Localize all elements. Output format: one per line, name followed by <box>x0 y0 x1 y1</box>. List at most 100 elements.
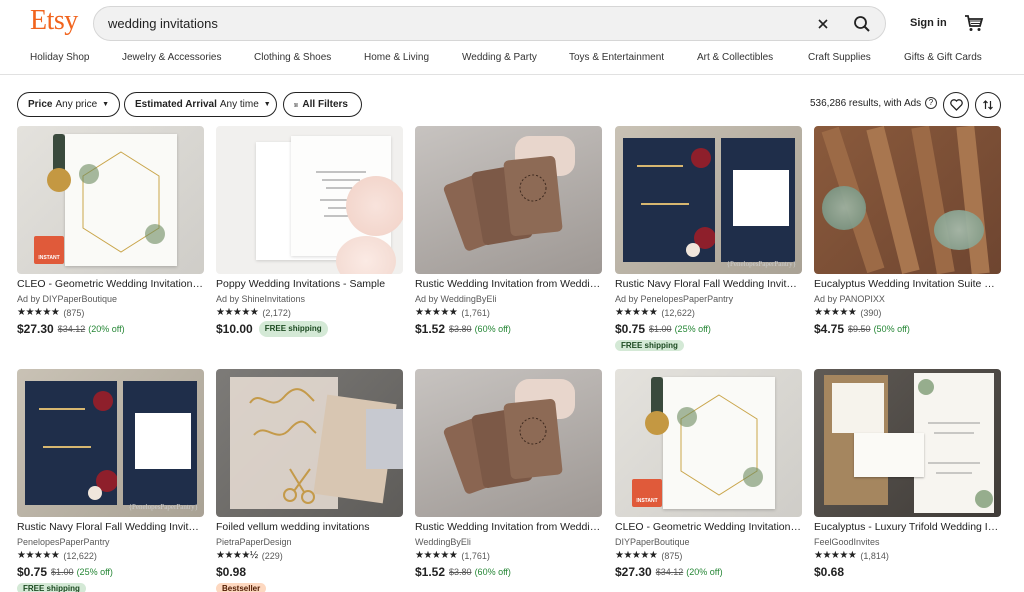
listing-card[interactable]: Eucalyptus - Luxury Trifold Wedding Invi… <box>814 369 1001 579</box>
nav-wedding-party[interactable]: Wedding & Party <box>462 52 537 63</box>
star-rating-icon: ★★★★★ <box>814 307 857 318</box>
original-price: $34.12 <box>655 567 684 577</box>
original-price: $3.80 <box>449 567 472 577</box>
search-input[interactable]: wedding invitations <box>108 16 218 31</box>
price-row: $27.30 $34.12 (20% off) <box>615 565 802 579</box>
discount: (20% off) <box>88 324 125 334</box>
listing-card[interactable]: Foiled vellum wedding invitations Pietra… <box>216 369 403 592</box>
discount: (20% off) <box>686 567 723 577</box>
listing-rating: ★★★★½ (229) <box>216 550 403 562</box>
arrival-filter-label: Estimated Arrival <box>135 99 217 110</box>
review-count: (1,814) <box>860 551 889 561</box>
search-bar[interactable]: wedding invitations <box>93 6 886 41</box>
listing-rating: ★★★★★ (1,814) <box>814 550 1001 562</box>
listing-price: $0.75 <box>615 322 646 336</box>
listing-title[interactable]: CLEO - Geometric Wedding Invitation Temp… <box>615 521 802 534</box>
listing-card[interactable]: INSTANT CLEO - Geometric Wedding Invitat… <box>615 369 802 579</box>
listing-title[interactable]: Rustic Navy Floral Fall Wedding Invitati… <box>615 278 802 291</box>
header-divider <box>0 74 1024 75</box>
listing-seller: FeelGoodInvites <box>814 537 880 547</box>
listing-card[interactable]: Poppy Wedding Invitations - Sample Ad by… <box>216 126 403 337</box>
free-shipping-badge: FREE shipping <box>17 583 86 592</box>
listing-image[interactable] <box>814 126 1001 274</box>
discount: (60% off) <box>474 567 511 577</box>
listing-card[interactable]: {PenelopesPaperPantry} Rustic Navy Flora… <box>615 126 802 351</box>
listing-title[interactable]: CLEO - Geometric Wedding Invitation Temp… <box>17 278 204 291</box>
star-rating-icon: ★★★★★ <box>814 550 857 561</box>
listing-card[interactable]: {PenelopesPaperPantry} Rustic Navy Flora… <box>17 369 204 592</box>
listing-image[interactable] <box>814 369 1001 517</box>
listing-rating: ★★★★★ (12,622) <box>615 307 802 319</box>
listing-price: $0.75 <box>17 565 48 579</box>
nav-holiday-shop[interactable]: Holiday Shop <box>30 52 89 63</box>
bestseller-badge: Bestseller <box>216 583 267 592</box>
sort-arrows-icon <box>983 100 993 110</box>
listing-image[interactable] <box>216 126 403 274</box>
price-filter-button[interactable]: Price Any price ▼ <box>17 92 120 117</box>
listing-seller: DIYPaperBoutique <box>615 537 690 547</box>
discount: (25% off) <box>76 567 113 577</box>
listing-price: $10.00 <box>216 322 253 336</box>
sign-in-link[interactable]: Sign in <box>910 17 947 29</box>
nav-gifts[interactable]: Gifts & Gift Cards <box>904 52 982 63</box>
listing-image[interactable]: {PenelopesPaperPantry} <box>17 369 204 517</box>
star-rating-icon: ★★★★★ <box>415 307 458 318</box>
listing-image[interactable]: INSTANT <box>17 126 204 274</box>
listing-rating: ★★★★★ (2,172) <box>216 307 403 319</box>
nav-home-living[interactable]: Home & Living <box>364 52 429 63</box>
price-row: $27.30 $34.12 (20% off) <box>17 322 204 336</box>
review-count: (390) <box>860 308 882 318</box>
nav-toys[interactable]: Toys & Entertainment <box>569 52 664 63</box>
cart-icon[interactable] <box>964 13 984 33</box>
listing-rating: ★★★★★ (875) <box>17 307 204 319</box>
nav-art[interactable]: Art & Collectibles <box>697 52 773 63</box>
search-icon[interactable] <box>851 13 873 35</box>
star-rating-icon: ★★★★★ <box>17 307 60 318</box>
listing-card[interactable]: Rustic Wedding Invitation from Wedding B… <box>415 369 602 579</box>
listing-image[interactable]: {PenelopesPaperPantry} <box>615 126 802 274</box>
listing-image[interactable] <box>415 369 602 517</box>
listing-rating: ★★★★★ (12,622) <box>17 550 204 562</box>
original-price: $1.00 <box>51 567 74 577</box>
review-count: (229) <box>261 551 283 561</box>
header: Etsy wedding invitations Sign in <box>0 0 1024 46</box>
listing-seller: Ad by WeddingByEli <box>415 294 497 304</box>
price-row: $0.98 <box>216 565 403 579</box>
listing-title[interactable]: Foiled vellum wedding invitations <box>216 521 403 534</box>
listing-seller: PietraPaperDesign <box>216 537 292 547</box>
listing-title[interactable]: Rustic Wedding Invitation from Wedding B… <box>415 521 602 534</box>
all-filters-button[interactable]: All Filters <box>283 92 362 117</box>
listing-image[interactable] <box>216 369 403 517</box>
listing-title[interactable]: Poppy Wedding Invitations - Sample <box>216 278 403 291</box>
clear-search-icon[interactable] <box>813 14 833 34</box>
favorite-search-button[interactable] <box>943 92 969 118</box>
star-rating-icon: ★★★★★ <box>216 307 259 318</box>
arrival-filter-button[interactable]: Estimated Arrival Any time ▼ <box>124 92 277 117</box>
listing-title[interactable]: Rustic Wedding Invitation from Wedding B… <box>415 278 602 291</box>
star-rating-icon: ★★★★★ <box>615 550 658 561</box>
review-count: (12,622) <box>661 308 695 318</box>
review-count: (875) <box>661 551 683 561</box>
star-rating-icon: ★★★★½ <box>216 550 258 561</box>
listing-title[interactable]: Rustic Navy Floral Fall Wedding Invitati… <box>17 521 204 534</box>
etsy-logo[interactable]: Etsy <box>30 5 78 37</box>
info-icon[interactable]: ? <box>925 97 937 109</box>
review-count: (875) <box>63 308 85 318</box>
listing-image[interactable] <box>415 126 602 274</box>
listing-seller: WeddingByEli <box>415 537 471 547</box>
nav-craft[interactable]: Craft Supplies <box>808 52 871 63</box>
sort-button[interactable] <box>975 92 1001 118</box>
star-rating-icon: ★★★★★ <box>17 550 60 561</box>
listing-card[interactable]: Eucalyptus Wedding Invitation Suite Wood… <box>814 126 1001 336</box>
listing-title[interactable]: Eucalyptus Wedding Invitation Suite Wood <box>814 278 1001 291</box>
listing-seller: Ad by DIYPaperBoutique <box>17 294 118 304</box>
listing-image[interactable]: INSTANT <box>615 369 802 517</box>
price-row: $10.00 FREE shipping <box>216 321 403 337</box>
listing-card[interactable]: INSTANT CLEO - Geometric Wedding Invitat… <box>17 126 204 336</box>
review-count: (2,172) <box>262 308 291 318</box>
listing-seller: PenelopesPaperPantry <box>17 537 110 547</box>
listing-title[interactable]: Eucalyptus - Luxury Trifold Wedding Invi… <box>814 521 1001 534</box>
listing-card[interactable]: Rustic Wedding Invitation from Wedding B… <box>415 126 602 336</box>
nav-clothing[interactable]: Clothing & Shoes <box>254 52 331 63</box>
nav-jewelry[interactable]: Jewelry & Accessories <box>122 52 221 63</box>
